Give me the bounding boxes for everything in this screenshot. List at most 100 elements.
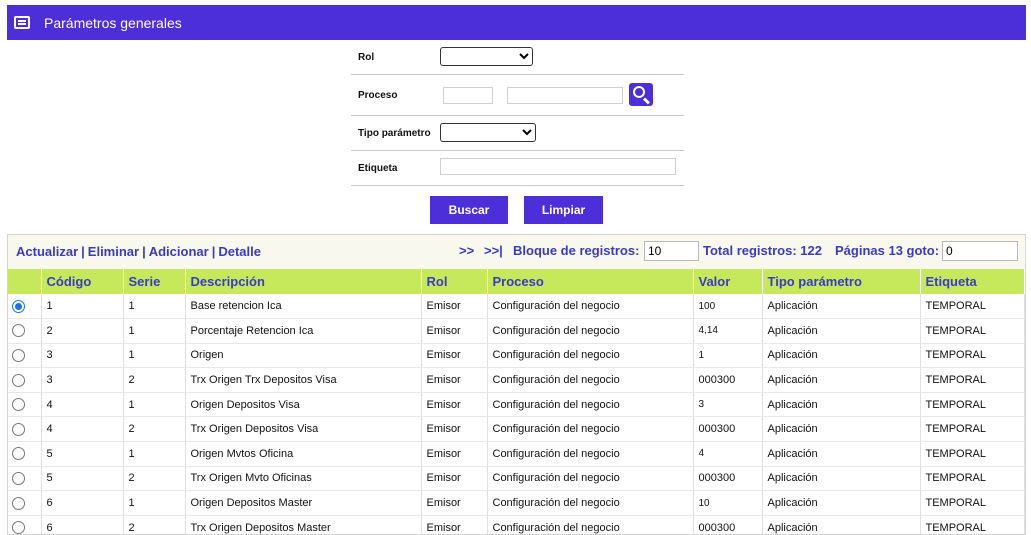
etiqueta-cell: TEMPORAL	[920, 441, 1025, 467]
title-bar: Parámetros generales	[7, 5, 1026, 40]
descripcion-cell: Origen Depositos Visa	[185, 392, 422, 418]
row-radio-button[interactable]	[12, 324, 25, 338]
row-radio-button[interactable]	[12, 348, 25, 362]
next-page-link[interactable]: >>	[459, 243, 474, 258]
row-radio-button[interactable]	[12, 373, 25, 387]
page-title: Parámetros generales	[44, 14, 182, 31]
table-row[interactable]: 1 1 Base retencion Ica Emisor Configuración …	[8, 294, 1025, 320]
proceso-description-input[interactable]	[507, 87, 623, 104]
proceso-cell: Configuración del negocio	[487, 515, 694, 534]
row-radio-button[interactable]	[12, 496, 25, 510]
goto-page-input[interactable]	[942, 241, 1018, 261]
descripcion-cell: Trx Origen Depositos Visa	[185, 416, 422, 443]
row-select-cell	[8, 490, 42, 516]
rol-cell: Emisor	[421, 490, 488, 516]
table-row[interactable]: 4 1 Origen Depositos Visa Emisor Configuraci…	[8, 392, 1025, 418]
etiqueta-cell: TEMPORAL	[920, 392, 1025, 418]
rol-cell: Emisor	[421, 318, 488, 344]
detalle-link[interactable]: Detalle	[218, 244, 261, 259]
valor-cell: 000300	[693, 515, 763, 534]
etiqueta-input[interactable]	[440, 158, 676, 175]
buscar-button[interactable]: Buscar	[430, 196, 508, 224]
table-row[interactable]: 3 1 Origen Emisor Configuración del negocio 1…	[8, 343, 1025, 369]
col-header-tipo-parametro[interactable]: Tipo parámetro	[762, 269, 921, 294]
row-select-cell	[8, 294, 42, 320]
etiqueta-cell: TEMPORAL	[920, 343, 1025, 369]
etiqueta-cell: TEMPORAL	[920, 416, 1025, 443]
actualizar-link[interactable]: Actualizar	[16, 244, 78, 259]
table-row[interactable]: 3 2 Trx Origen Trx Depositos Visa Emisor Con…	[8, 367, 1025, 393]
valor-cell: 1	[693, 343, 763, 369]
proceso-cell: Configuración del negocio	[487, 343, 694, 369]
serie-cell: 2	[123, 416, 186, 443]
codigo-cell: 5	[41, 466, 124, 492]
col-header-valor[interactable]: Valor	[693, 269, 763, 294]
tipo-parametro-cell: Aplicación	[762, 416, 921, 443]
table-row[interactable]: 4 2 Trx Origen Depositos Visa Emisor Configu…	[8, 416, 1025, 443]
col-header-descripcion[interactable]: Descripción	[185, 269, 422, 294]
adicionar-link[interactable]: Adicionar	[149, 244, 209, 259]
rol-cell: Emisor	[421, 294, 488, 320]
table-row[interactable]: 5 2 Trx Origen Mvto Oficinas Emisor Configur…	[8, 466, 1025, 492]
filter-form: Rol Proceso Tipo parámetro Etiqueta	[351, 40, 684, 186]
codigo-cell: 4	[41, 416, 124, 443]
proceso-cell: Configuración del negocio	[487, 466, 694, 492]
magnifier-icon	[633, 86, 645, 98]
proceso-cell: Configuración del negocio	[487, 416, 694, 443]
tipo-parametro-cell: Aplicación	[762, 392, 921, 418]
row-select-cell	[8, 367, 42, 393]
proceso-code-input[interactable]	[443, 87, 493, 104]
tipo-parametro-cell: Aplicación	[762, 343, 921, 369]
row-radio-button[interactable]	[12, 299, 25, 313]
col-header-serie[interactable]: Serie	[123, 269, 186, 294]
col-header-rol[interactable]: Rol	[421, 269, 488, 294]
serie-cell: 1	[123, 441, 186, 467]
table-row[interactable]: 5 1 Origen Mvtos Oficina Emisor Configuració…	[8, 441, 1025, 467]
tipo-parametro-cell: Aplicación	[762, 490, 921, 516]
proceso-cell: Configuración del negocio	[487, 441, 694, 467]
eliminar-link[interactable]: Eliminar	[88, 244, 139, 259]
row-select-cell	[8, 515, 42, 534]
row-radio-button[interactable]	[12, 398, 25, 412]
rol-cell: Emisor	[421, 343, 488, 369]
search-button[interactable]	[629, 83, 653, 106]
valor-cell: 10	[693, 490, 763, 516]
rol-cell: Emisor	[421, 367, 488, 393]
valor-cell: 000300	[693, 367, 763, 393]
limpiar-button[interactable]: Limpiar	[524, 196, 603, 224]
tipo-parametro-select[interactable]	[440, 123, 536, 142]
etiqueta-cell: TEMPORAL	[920, 490, 1025, 516]
bloque-registros-input[interactable]	[644, 241, 699, 261]
codigo-cell: 4	[41, 392, 124, 418]
col-header-etiqueta[interactable]: Etiqueta	[920, 269, 1025, 294]
col-header-proceso[interactable]: Proceso	[487, 269, 694, 294]
rol-select[interactable]	[440, 47, 533, 66]
row-select-cell	[8, 392, 42, 418]
row-radio-button[interactable]	[12, 521, 25, 534]
row-select-cell	[8, 318, 42, 344]
row-radio-button[interactable]	[12, 422, 25, 436]
rol-label: Rol	[358, 52, 375, 63]
etiqueta-label: Etiqueta	[358, 163, 398, 174]
tipo-parametro-cell: Aplicación	[762, 367, 921, 393]
table-row[interactable]: 6 1 Origen Depositos Master Emisor Configura…	[8, 490, 1025, 516]
codigo-cell: 6	[41, 515, 124, 534]
last-page-link[interactable]: >>|	[484, 243, 503, 258]
paginas-label: Páginas 13 goto:	[835, 243, 940, 258]
tipo-parametro-cell: Aplicación	[762, 515, 921, 534]
serie-cell: 1	[123, 490, 186, 516]
valor-cell: 000300	[693, 416, 763, 443]
descripcion-cell: Porcentaje Retencion Ica	[185, 318, 422, 344]
results-panel: Actualizar | Eliminar | Adicionar | Detalle >>…	[7, 234, 1026, 535]
table-row[interactable]: 6 2 Trx Origen Depositos Master Emisor Confi…	[8, 515, 1025, 534]
row-select-cell	[8, 343, 42, 369]
row-radio-button[interactable]	[12, 447, 25, 461]
tipo-parametro-label: Tipo parámetro	[358, 128, 431, 139]
table-row[interactable]: 2 1 Porcentaje Retencion Ica Emisor Configur…	[8, 318, 1025, 344]
valor-cell: 100	[693, 294, 763, 320]
row-radio-button[interactable]	[12, 471, 25, 485]
col-header-codigo[interactable]: Código	[41, 269, 124, 294]
table-header-row: Código Serie Descripción Rol Proceso Val…	[8, 269, 1025, 294]
proceso-cell: Configuración del negocio	[487, 392, 694, 418]
tipo-parametro-cell: Aplicación	[762, 294, 921, 320]
